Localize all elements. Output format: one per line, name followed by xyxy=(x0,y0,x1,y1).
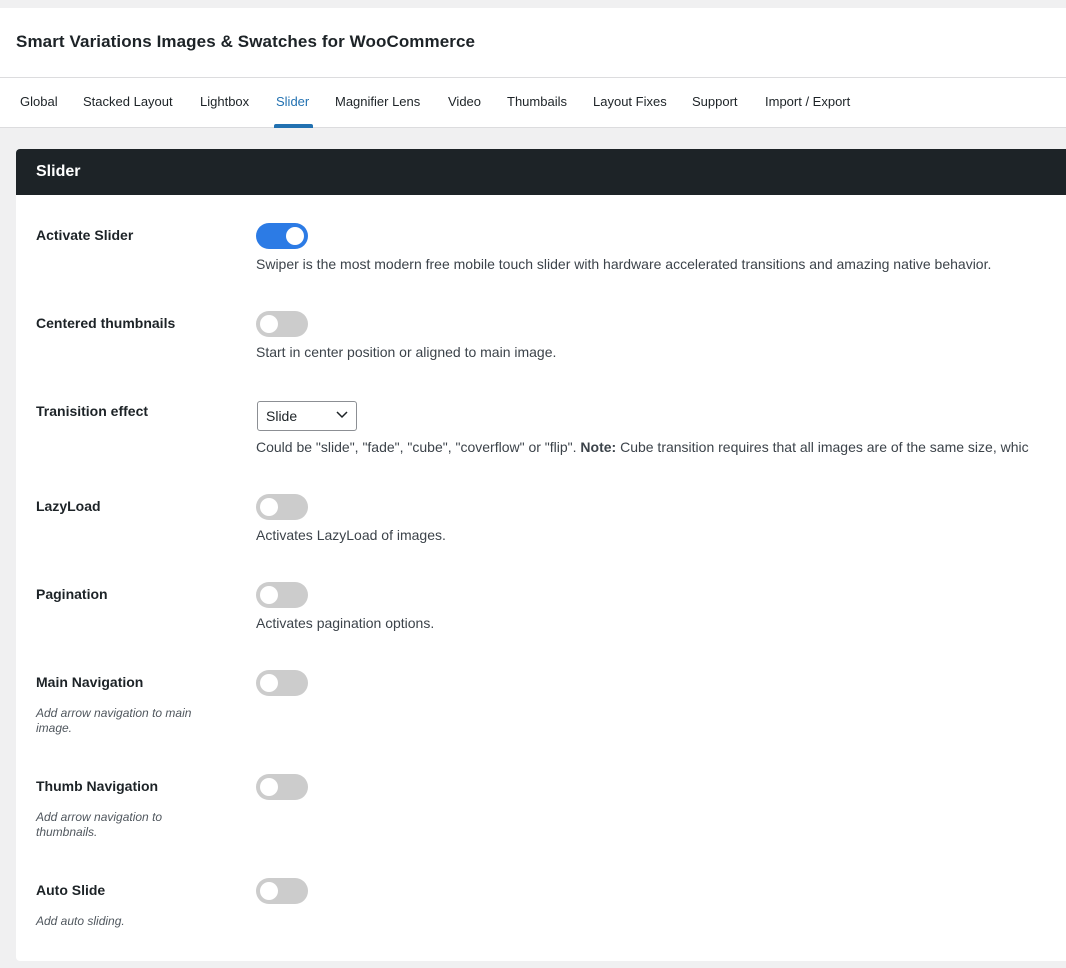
slider-settings-panel: Slider Activate Slider Swiper is the mos… xyxy=(16,149,1066,961)
toggle-knob xyxy=(260,498,278,516)
tab-import-export[interactable]: Import / Export xyxy=(765,78,850,128)
auto-slide-sublabel: Add auto sliding. xyxy=(36,914,125,928)
main-navigation-toggle[interactable] xyxy=(256,670,308,696)
main-navigation-sublabel: Add arrow navigation to main image. xyxy=(36,706,192,735)
centered-thumbnails-toggle[interactable] xyxy=(256,311,308,337)
lazyload-description: Activates LazyLoad of images. xyxy=(256,527,446,543)
tab-stacked-layout[interactable]: Stacked Layout xyxy=(83,78,173,128)
admin-top-strip xyxy=(0,0,1066,8)
tab-support[interactable]: Support xyxy=(692,78,738,128)
main-navigation-label: Main Navigation xyxy=(36,674,144,690)
tab-lightbox[interactable]: Lightbox xyxy=(200,78,249,128)
pagination-toggle[interactable] xyxy=(256,582,308,608)
page-header: Smart Variations Images & Swatches for W… xyxy=(0,8,1066,78)
tab-video[interactable]: Video xyxy=(448,78,481,128)
thumb-navigation-toggle[interactable] xyxy=(256,774,308,800)
auto-slide-toggle[interactable] xyxy=(256,878,308,904)
toggle-knob xyxy=(260,778,278,796)
lazyload-label: LazyLoad xyxy=(36,498,101,514)
settings-tabs: Global Stacked Layout Lightbox Slider Ma… xyxy=(0,78,1066,128)
activate-slider-label: Activate Slider xyxy=(36,227,134,243)
pagination-description: Activates pagination options. xyxy=(256,615,435,631)
tab-slider[interactable]: Slider xyxy=(273,78,314,128)
transition-effect-description: Could be "slide", "fade", "cube", "cover… xyxy=(256,439,1029,455)
lazyload-toggle[interactable] xyxy=(256,494,308,520)
page-title: Smart Variations Images & Swatches for W… xyxy=(16,32,476,51)
activate-slider-description: Swiper is the most modern free mobile to… xyxy=(256,256,992,272)
toggle-knob xyxy=(260,315,278,333)
transition-effect-value: Slide xyxy=(266,408,298,424)
toggle-knob xyxy=(260,674,278,692)
tab-thumbails[interactable]: Thumbails xyxy=(507,78,567,128)
transition-effect-select[interactable]: Slide xyxy=(257,401,357,431)
transition-effect-label: Tranisition effect xyxy=(36,403,149,419)
toggle-knob xyxy=(286,227,304,245)
chevron-down-icon xyxy=(336,411,348,419)
pagination-label: Pagination xyxy=(36,586,108,602)
centered-thumbnails-label: Centered thumbnails xyxy=(36,315,176,331)
centered-thumbnails-description: Start in center position or aligned to m… xyxy=(256,344,557,360)
tab-global[interactable]: Global xyxy=(20,78,58,128)
auto-slide-label: Auto Slide xyxy=(36,882,106,898)
thumb-navigation-sublabel: Add arrow navigation to thumbnails. xyxy=(36,810,163,839)
tab-layout-fixes[interactable]: Layout Fixes xyxy=(593,78,667,128)
panel-title: Slider xyxy=(16,149,1066,195)
toggle-knob xyxy=(260,882,278,900)
activate-slider-toggle[interactable] xyxy=(256,223,308,249)
toggle-knob xyxy=(260,586,278,604)
thumb-navigation-label: Thumb Navigation xyxy=(36,778,159,794)
tab-magnifier-lens[interactable]: Magnifier Lens xyxy=(335,78,420,128)
